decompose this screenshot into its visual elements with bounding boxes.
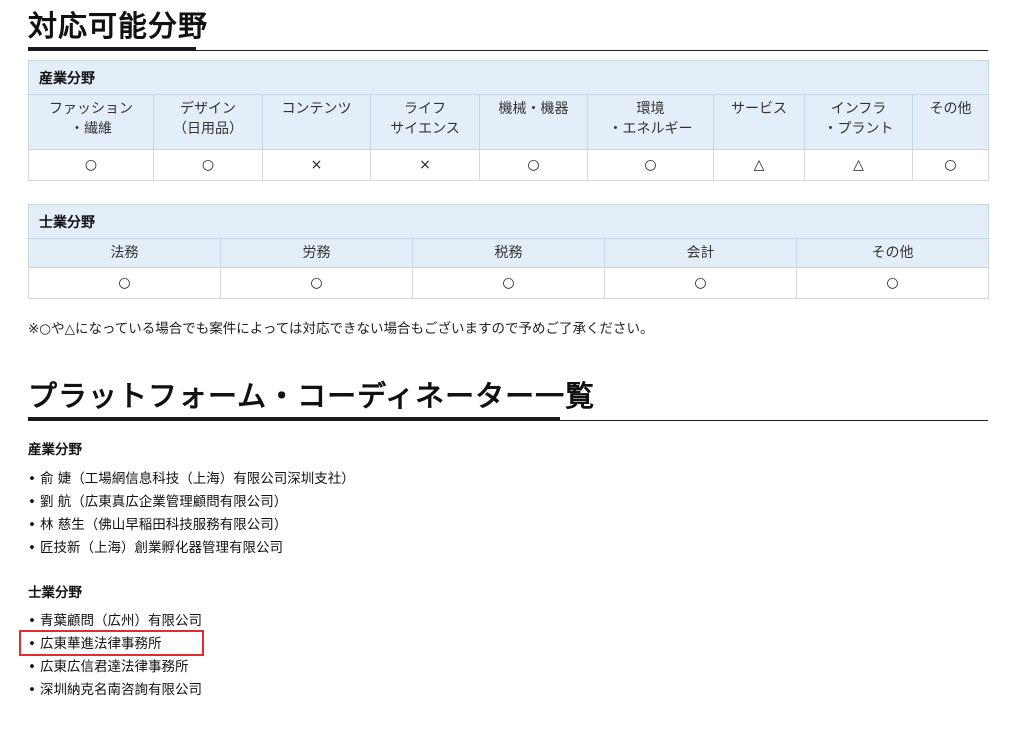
- industry-header-cell: サービス: [713, 94, 805, 150]
- industry-header-row: ファッション ・繊維 デザイン （日用品） コンテンツ ライフ サイエンス 機械・機器…: [28, 94, 990, 150]
- title-underline-accent: [28, 47, 196, 51]
- title-underline-accent: [28, 417, 560, 421]
- industry-value-cell: ○: [479, 149, 588, 181]
- professional-value-cell: ○: [795, 267, 990, 299]
- industry-value-cell: ○: [153, 149, 263, 181]
- professional-header-cell: 税務: [412, 238, 605, 268]
- industry-value-cell: ×: [370, 149, 480, 181]
- industry-value-cell: ○: [28, 149, 154, 181]
- industry-value-cell: ○: [911, 149, 990, 181]
- page-content: 対応可能分野 産業分野 ファッション ・繊維 デザイン （日用品） コンテンツ ライ…: [27, 0, 990, 702]
- industry-header-cell: コンテンツ: [262, 94, 371, 150]
- section-title-text: 対応可能分野: [28, 9, 209, 43]
- section-title-coordinators: プラットフォーム・コーディネーター一覧: [28, 368, 988, 421]
- professional-header-cell: 会計: [604, 238, 797, 268]
- professional-value-cell: ○: [28, 267, 221, 299]
- list-item: 匠技新（上海）創業孵化器管理有限公司: [28, 537, 355, 560]
- professional-header-cell: 労務: [220, 238, 413, 268]
- industry-value-cell: △: [804, 149, 913, 181]
- industry-value-cell: ×: [262, 149, 371, 181]
- list-item: 広東広信君達法律事務所: [28, 656, 202, 679]
- industry-header-cell: ライフ サイエンス: [370, 94, 480, 150]
- industry-header-cell: 機械・機器: [479, 94, 588, 150]
- professional-header-cell: 法務: [28, 238, 221, 268]
- list-item: 俞 婕（工場網信息科技（上海）有限公司深圳支社）: [28, 468, 355, 491]
- professional-table-caption: 士業分野: [27, 204, 990, 239]
- industry-coordinators-list: 俞 婕（工場網信息科技（上海）有限公司深圳支社） 劉 航（広東真広企業管理顧問有…: [28, 468, 355, 560]
- professional-fields-table: 士業分野 法務 労務 税務 会計 その他 ○ ○ ○ ○ ○: [27, 204, 990, 299]
- highlight-box: [19, 630, 204, 656]
- list-item: 林 慈生（佛山早稲田科技服務有限公司）: [28, 514, 355, 537]
- industry-fields-table: 産業分野 ファッション ・繊維 デザイン （日用品） コンテンツ ライフ サイエンス …: [27, 60, 990, 181]
- industry-coordinators-heading: 産業分野: [28, 442, 82, 458]
- industry-table-caption: 産業分野: [27, 60, 990, 95]
- industry-header-cell: ファッション ・繊維: [28, 94, 154, 150]
- professional-value-cell: ○: [604, 267, 797, 299]
- professional-value-row: ○ ○ ○ ○ ○: [28, 267, 990, 299]
- professional-header-row: 法務 労務 税務 会計 その他: [28, 238, 990, 268]
- industry-value-cell: △: [713, 149, 805, 181]
- industry-header-cell: デザイン （日用品）: [153, 94, 263, 150]
- coordinator-section: プラットフォーム・コーディネーター一覧: [28, 368, 988, 421]
- professional-coordinators-list: 青葉顧問（広州）有限公司 広東華進法律事務所 広東広信君達法律事務所 深圳納克名…: [28, 610, 202, 702]
- industry-header-cell: インフラ ・プラント: [804, 94, 913, 150]
- professional-value-cell: ○: [220, 267, 413, 299]
- professional-coordinators-heading: 士業分野: [28, 585, 82, 601]
- industry-header-cell: その他: [911, 94, 990, 150]
- availability-note: ※○や△になっている場合でも案件によっては対応できない場合もございますので予めご…: [28, 321, 654, 337]
- list-item: 劉 航（広東真広企業管理顧問有限公司）: [28, 491, 355, 514]
- industry-header-cell: 環境 ・エネルギー: [587, 94, 714, 150]
- professional-value-cell: ○: [412, 267, 605, 299]
- professional-header-cell: その他: [795, 238, 990, 268]
- list-item: 深圳納克名南咨詢有限公司: [28, 679, 202, 702]
- section-title-text: プラットフォーム・コーディネーター一覧: [28, 379, 596, 413]
- section-title-fields: 対応可能分野: [28, 2, 988, 51]
- industry-value-row: ○ ○ × × ○ ○ △ △ ○: [28, 149, 990, 181]
- industry-value-cell: ○: [587, 149, 714, 181]
